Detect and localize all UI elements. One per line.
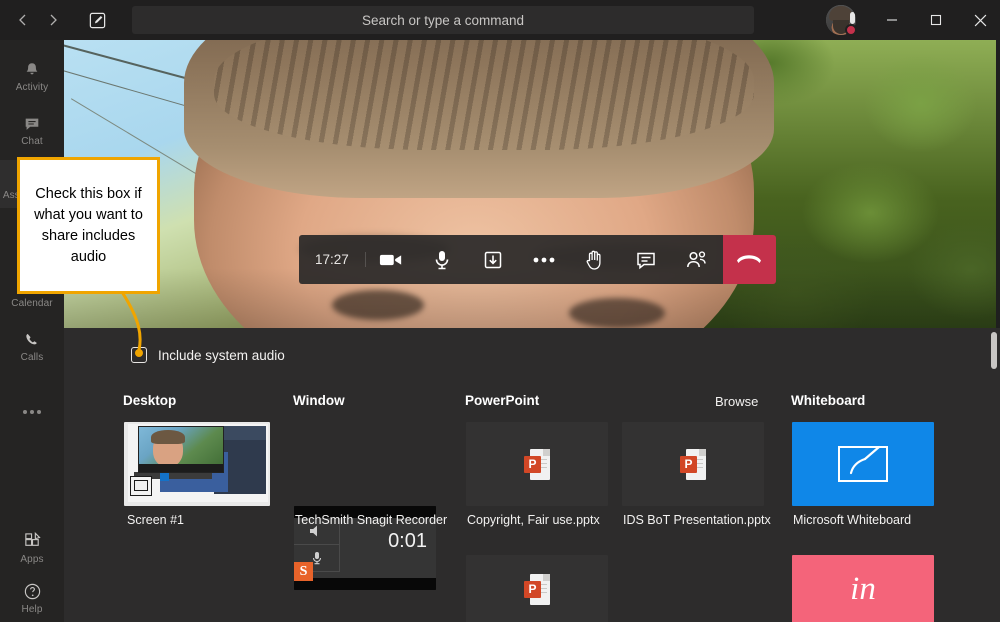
- share-option-caption: Screen #1: [127, 513, 184, 527]
- close-button[interactable]: [958, 0, 1000, 40]
- sidebar-item-label: Help: [22, 604, 43, 615]
- callout-text: Check this box if what you want to share…: [28, 184, 149, 268]
- share-content-tray: Include system audio Desktop Window Powe…: [64, 328, 1000, 622]
- search-input[interactable]: Search or type a command: [132, 6, 754, 34]
- back-button[interactable]: [8, 5, 38, 35]
- sidebar-item-label: Apps: [20, 554, 43, 565]
- include-system-audio-checkbox[interactable]: [131, 347, 147, 363]
- snagit-app-badge: S: [294, 562, 313, 581]
- share-option-pptx-third[interactable]: P: [466, 555, 608, 622]
- ellipsis-icon[interactable]: [519, 256, 570, 264]
- column-heading-window: Window: [293, 393, 345, 408]
- share-option-pptx-copyright[interactable]: P: [466, 422, 608, 506]
- avatar[interactable]: [826, 5, 856, 35]
- video-stage: [64, 40, 996, 328]
- instruction-callout: Check this box if what you want to share…: [17, 157, 160, 294]
- share-option-caption: IDS BoT Presentation.pptx: [623, 513, 771, 527]
- sidebar-item-label: Activity: [16, 82, 48, 93]
- column-heading-whiteboard: Whiteboard: [791, 393, 865, 408]
- sidebar-item-more[interactable]: [0, 382, 64, 430]
- share-option-pptx-ids-bot[interactable]: P: [622, 422, 764, 506]
- more-options-icon: [21, 397, 43, 416]
- microphone-icon[interactable]: [417, 249, 468, 271]
- sidebar-item-label: Chat: [21, 136, 43, 147]
- snagit-timer: 0:01: [388, 530, 427, 553]
- share-option-caption: Copyright, Fair use.pptx: [467, 513, 600, 527]
- include-system-audio-label: Include system audio: [158, 348, 285, 363]
- maximize-button[interactable]: [914, 0, 958, 40]
- help-icon: [23, 582, 42, 601]
- camera-icon[interactable]: [366, 251, 417, 269]
- share-option-invision[interactable]: in: [792, 555, 934, 622]
- invision-logo: in: [850, 571, 876, 608]
- column-heading-desktop: Desktop: [123, 393, 176, 408]
- phone-icon: [23, 330, 41, 349]
- share-screen-icon[interactable]: [468, 249, 519, 271]
- status-badge: [845, 24, 857, 36]
- sidebar-item-help[interactable]: Help: [0, 574, 64, 622]
- chat-bubble-icon[interactable]: [621, 250, 672, 270]
- powerpoint-file-icon: P: [680, 449, 706, 480]
- sidebar-item-chat[interactable]: Chat: [0, 106, 64, 154]
- title-bar: Search or type a command: [0, 0, 1000, 40]
- share-option-caption: Microsoft Whiteboard: [793, 513, 911, 527]
- sidebar-item-label: Calls: [21, 352, 44, 363]
- compose-new-icon[interactable]: [80, 3, 114, 37]
- raised-hand-icon[interactable]: [570, 248, 621, 272]
- meeting-timer: 17:27: [299, 235, 366, 284]
- minimize-button[interactable]: [870, 0, 914, 40]
- meeting-control-bar: 17:27: [299, 235, 776, 284]
- include-system-audio-row[interactable]: Include system audio: [131, 347, 285, 363]
- powerpoint-file-icon: P: [524, 574, 550, 605]
- hang-up-button[interactable]: [723, 235, 776, 284]
- share-option-microsoft-whiteboard[interactable]: [792, 422, 934, 506]
- bell-icon: [23, 60, 41, 79]
- sidebar-item-label: Calendar: [11, 298, 52, 309]
- sidebar-item-activity[interactable]: Activity: [0, 52, 64, 100]
- powerpoint-file-icon: P: [524, 449, 550, 480]
- column-heading-powerpoint: PowerPoint: [465, 393, 539, 408]
- sidebar-item-calls[interactable]: Calls: [0, 322, 64, 370]
- left-navigation-rail: Activity Chat Assignments Calendar Calls: [0, 40, 64, 622]
- share-option-screen-1[interactable]: [124, 422, 270, 506]
- browse-link[interactable]: Browse: [715, 394, 758, 409]
- apps-icon: [23, 532, 42, 551]
- search-placeholder: Search or type a command: [362, 13, 524, 28]
- sidebar-item-apps[interactable]: Apps: [0, 524, 64, 572]
- teams-share-tray-window: Search or type a command Activity: [0, 0, 1000, 622]
- share-option-caption: TechSmith Snagit Recorder: [295, 513, 447, 527]
- chat-icon: [23, 114, 41, 133]
- forward-button[interactable]: [38, 5, 68, 35]
- whiteboard-icon: [835, 443, 891, 485]
- share-tray-scrollbar[interactable]: [988, 328, 1000, 622]
- people-icon[interactable]: [672, 250, 723, 270]
- scrollbar-thumb[interactable]: [991, 332, 997, 369]
